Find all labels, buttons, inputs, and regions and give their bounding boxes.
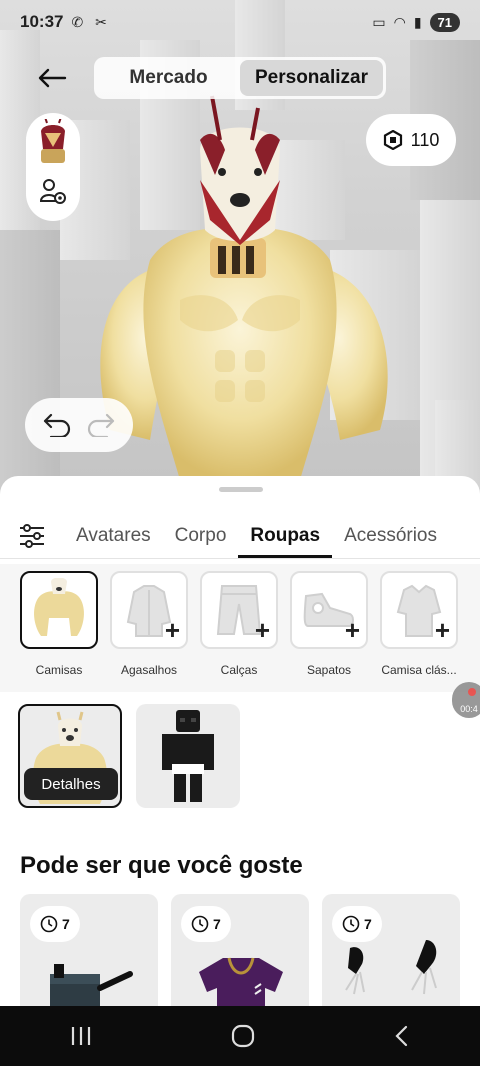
mode-switch: Mercado Personalizar <box>94 57 386 99</box>
home-icon[interactable] <box>230 1023 256 1049</box>
subcategory-thumb: + <box>290 571 368 649</box>
clock-icon <box>342 915 360 933</box>
notification-icons: ✆ ✂ <box>71 13 111 30</box>
tab-roupas[interactable]: Roupas <box>238 514 332 558</box>
cast-icon: ▭ <box>372 13 386 30</box>
subcategory-thumb: + <box>200 571 278 649</box>
claws-item-thumbnail <box>345 940 437 995</box>
robux-balance[interactable]: 110 <box>366 114 456 166</box>
subcategory-thumb <box>20 571 98 649</box>
clock-icon <box>40 915 58 933</box>
timer-value: 7 <box>213 916 221 932</box>
add-icon: + <box>344 615 360 645</box>
timer-badge: 7 <box>181 906 231 942</box>
subcategory-label: Agasalhos <box>120 663 178 677</box>
recording-time: 00:4 <box>460 704 478 714</box>
undo-icon[interactable] <box>41 413 73 437</box>
timer-value: 7 <box>364 916 372 932</box>
owned-item-skeleton[interactable] <box>136 704 240 808</box>
subcategory-calcas[interactable]: + Calças <box>200 571 278 692</box>
tab-corpo[interactable]: Corpo <box>163 514 239 558</box>
back-button[interactable] <box>30 58 74 98</box>
tab-avatares[interactable]: Avatares <box>64 514 163 558</box>
signal-icon: ▮ <box>413 13 422 30</box>
subcategory-agasalhos[interactable]: + Agasalhos <box>110 571 188 692</box>
subcategory-label: Sapatos <box>306 663 352 677</box>
subcategory-sapatos[interactable]: + Sapatos <box>290 571 368 692</box>
subcategory-camisa-classica[interactable]: + Camisa clás... <box>380 571 458 692</box>
robux-amount: 110 <box>410 129 440 150</box>
recent-apps-icon[interactable] <box>68 1025 94 1047</box>
stove-item-thumbnail <box>50 964 133 1006</box>
wifi-icon: ◠ <box>393 13 406 30</box>
recommendation-item[interactable]: 7 <box>322 894 460 1006</box>
arrow-left-icon <box>38 68 67 88</box>
status-bar: 10:37 ✆ ✂ ▭ ◠ ▮ 71 <box>0 0 480 44</box>
owned-items-grid: Detalhes <box>18 704 240 808</box>
purple-shirt-thumbnail <box>199 957 283 1006</box>
timer-badge: 7 <box>30 906 80 942</box>
customize-sheet: Avatares Corpo Roupas Acessórios Camisas <box>0 476 480 1006</box>
shirt-thumbnail <box>34 578 84 636</box>
recommendation-item[interactable]: 7 <box>171 894 309 1006</box>
subcategory-thumb: + <box>110 571 188 649</box>
sliders-icon <box>20 524 44 548</box>
recommendations-title: Pode ser que você goste <box>20 852 303 879</box>
subcategory-label: Camisa clás... <box>381 663 457 677</box>
screen-recording-badge[interactable]: 00:4 <box>452 682 480 718</box>
recommendation-item[interactable]: 7 <box>20 894 158 1006</box>
avatar-side-panel <box>26 113 80 221</box>
sheet-drag-handle[interactable] <box>219 487 263 492</box>
category-tabs: Avatares Corpo Roupas Acessórios <box>0 514 480 558</box>
subcategory-camisas[interactable]: Camisas <box>20 571 98 692</box>
add-icon: + <box>164 615 180 645</box>
timer-value: 7 <box>62 916 70 932</box>
tabs-divider <box>0 558 480 559</box>
avatar-settings-icon[interactable] <box>38 177 68 207</box>
filter-button[interactable] <box>0 514 64 558</box>
avatar-headshot-icon[interactable] <box>33 119 73 169</box>
details-button[interactable]: Detalhes <box>24 768 118 800</box>
clock-icon <box>191 915 209 933</box>
tab-personalizar[interactable]: Personalizar <box>240 60 383 96</box>
tab-mercado[interactable]: Mercado <box>97 60 240 96</box>
subcategory-label: Calças <box>220 663 258 677</box>
add-icon: + <box>434 615 450 645</box>
robux-icon <box>383 130 402 150</box>
status-time: 10:37 <box>20 12 64 31</box>
subcategory-label: Camisas <box>35 663 83 677</box>
redo-icon[interactable] <box>85 413 117 437</box>
add-icon: + <box>254 615 270 645</box>
skeleton-outfit-thumbnail <box>162 710 214 802</box>
clothing-subcategories: Camisas + Agasalhos + Calças + Sapatos +… <box>0 564 480 692</box>
tab-acessorios[interactable]: Acessórios <box>332 514 449 558</box>
record-dot-icon <box>468 688 476 696</box>
subcategory-thumb: + <box>380 571 458 649</box>
battery-badge: 71 <box>429 12 460 32</box>
recommendations-row: 7 7 7 <box>20 894 460 1006</box>
back-nav-icon[interactable] <box>392 1024 412 1048</box>
system-nav-bar <box>0 1006 480 1066</box>
owned-item-doge-shirt[interactable]: Detalhes <box>18 704 122 808</box>
undo-redo-group <box>25 398 133 452</box>
status-right: ▭ ◠ ▮ 71 <box>372 12 460 32</box>
